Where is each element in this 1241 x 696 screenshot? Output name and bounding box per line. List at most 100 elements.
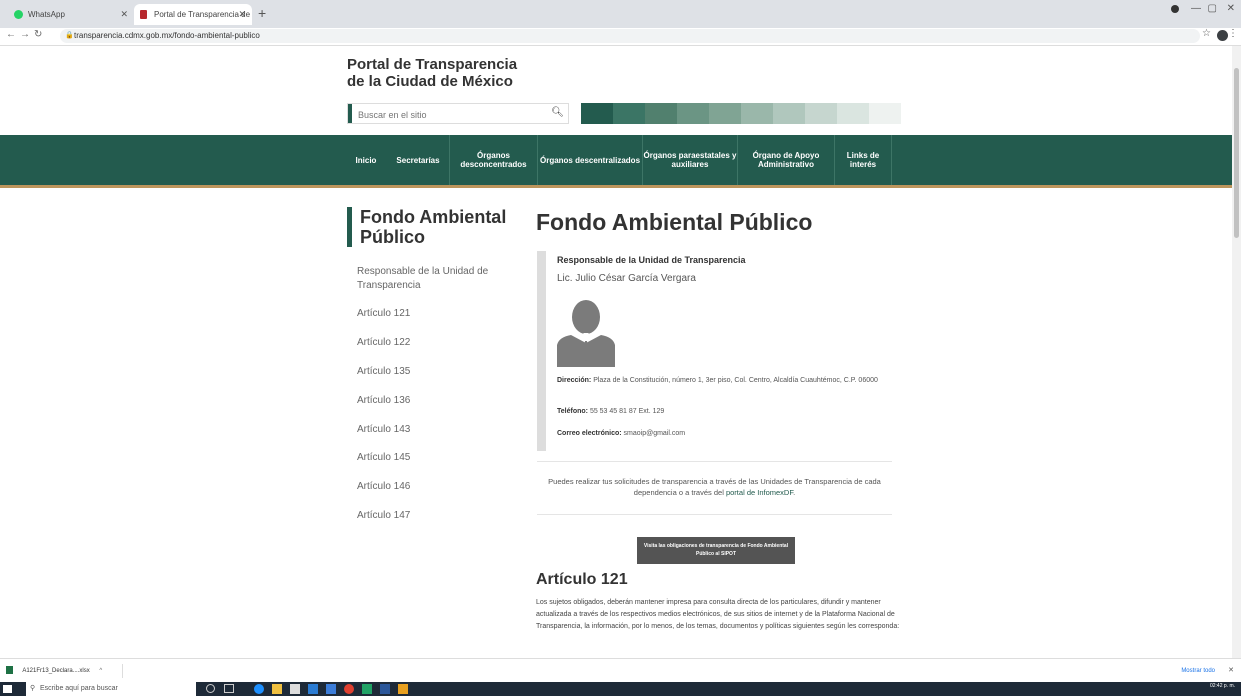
app-icon[interactable] bbox=[326, 684, 336, 694]
lock-icon: 🔒 bbox=[65, 32, 74, 39]
sidebar-link-articulo-121[interactable]: Artículo 121 bbox=[357, 307, 517, 321]
url-text: transparencia.cdmx.gob.mx/fondo-ambienta… bbox=[74, 31, 260, 40]
color-swatch bbox=[581, 103, 613, 124]
reload-icon[interactable]: ↻ bbox=[34, 29, 42, 40]
sidebar-link-articulo-135[interactable]: Artículo 135 bbox=[357, 365, 517, 379]
tab-label: WhatsApp bbox=[28, 10, 65, 19]
site-title-line2: de la Ciudad de México bbox=[347, 73, 513, 90]
page-scrollbar[interactable] bbox=[1232, 46, 1241, 658]
close-tab-icon[interactable]: ✕ bbox=[238, 4, 246, 25]
nav-organos-desconcentrados[interactable]: Órganos desconcentrados bbox=[449, 135, 537, 185]
download-item[interactable]: A121Fr13_Declara....xlsx ^ bbox=[6, 664, 123, 678]
downloads-bar: A121Fr13_Declara....xlsx ^ Mostrar todo … bbox=[0, 658, 1241, 683]
cortana-icon[interactable] bbox=[206, 684, 215, 693]
address-value: Plaza de la Constitución, número 1, 3er … bbox=[593, 377, 878, 384]
back-arrow-icon[interactable]: ← bbox=[6, 29, 16, 40]
site-title[interactable]: Portal de Transparencia de la Ciudad de … bbox=[347, 56, 587, 90]
browser-toolbar: ← → ↻ 🔒 transparencia.cdmx.gob.mx/fondo-… bbox=[0, 28, 1241, 46]
search-icon[interactable]: 🔍︎ bbox=[551, 107, 564, 118]
search-input[interactable] bbox=[356, 106, 550, 123]
new-tab-button[interactable]: + bbox=[258, 4, 266, 22]
address-bar[interactable]: 🔒 transparencia.cdmx.gob.mx/fondo-ambien… bbox=[60, 29, 1200, 43]
sidebar-link-articulo-145[interactable]: Artículo 145 bbox=[357, 451, 517, 465]
chrome-icon[interactable] bbox=[344, 684, 354, 694]
show-all-downloads-button[interactable]: Mostrar todo bbox=[1181, 664, 1215, 678]
search-accent-bar bbox=[348, 104, 352, 123]
sidebar-title: Fondo Ambiental Público bbox=[347, 207, 520, 247]
profile-avatar[interactable] bbox=[1217, 30, 1228, 41]
nav-links-de-interes[interactable]: Links de interés bbox=[834, 135, 892, 185]
close-tab-icon[interactable]: ✕ bbox=[120, 4, 128, 25]
taskbar-search[interactable]: ⚲ Escribe aquí para buscar bbox=[26, 682, 196, 696]
chevron-up-icon[interactable]: ^ bbox=[99, 668, 102, 674]
task-view-icon[interactable] bbox=[224, 684, 234, 693]
phone-line: Teléfono: 55 53 45 81 87 Ext. 129 bbox=[557, 406, 887, 417]
forward-arrow-icon[interactable]: → bbox=[20, 29, 30, 40]
browser-menu-icon[interactable]: ⋮ bbox=[1228, 28, 1238, 39]
sipot-button[interactable]: Visita las obligaciones de transparencia… bbox=[637, 537, 795, 564]
close-window-button[interactable]: ✕ bbox=[1227, 3, 1235, 14]
extension-icon[interactable] bbox=[1171, 5, 1179, 13]
color-swatch bbox=[773, 103, 805, 124]
app-icon[interactable] bbox=[398, 684, 408, 694]
site-search: 🔍︎ bbox=[347, 103, 569, 124]
nav-inicio[interactable]: Inicio bbox=[350, 135, 382, 185]
nav-organos-descentralizados[interactable]: Órganos descentralizados bbox=[537, 135, 642, 185]
color-swatch bbox=[805, 103, 837, 124]
infomex-link[interactable]: portal de InfomexDF bbox=[726, 488, 793, 497]
transparency-note: Puedes realizar tus solicitudes de trans… bbox=[537, 476, 892, 498]
article-121-text: Los sujetos obligados, deberán mantener … bbox=[536, 599, 900, 630]
file-explorer-icon[interactable] bbox=[272, 684, 282, 694]
word-icon[interactable] bbox=[380, 684, 390, 694]
tab-whatsapp[interactable]: WhatsApp ✕ bbox=[8, 4, 134, 25]
sidebar-link-responsable[interactable]: Responsable de la Unidad de Transparenci… bbox=[357, 265, 517, 293]
color-swatch bbox=[677, 103, 709, 124]
sidebar-link-articulo-147[interactable]: Artículo 147 bbox=[357, 509, 517, 523]
page-title: Fondo Ambiental Público bbox=[536, 209, 813, 235]
note-end: . bbox=[793, 488, 796, 497]
responsible-name: Lic. Julio César García Vergara bbox=[557, 273, 696, 284]
email-line: Correo electrónico: smaoip@gmail.com bbox=[557, 428, 887, 439]
mail-icon[interactable] bbox=[308, 684, 318, 694]
color-swatch bbox=[709, 103, 741, 124]
article-121-heading: Artículo 121 bbox=[536, 571, 628, 588]
nav-organo-de-apoyo[interactable]: Órgano de Apoyo Administrativo bbox=[737, 135, 834, 185]
phone-label: Teléfono: bbox=[557, 408, 588, 415]
store-icon[interactable] bbox=[290, 684, 300, 694]
minimize-button[interactable]: — bbox=[1191, 3, 1201, 14]
sidebar-link-articulo-136[interactable]: Artículo 136 bbox=[357, 394, 517, 408]
tab-portal[interactable]: Portal de Transparencia de la CD ✕ bbox=[134, 4, 252, 40]
whatsapp-icon bbox=[14, 10, 23, 19]
divider bbox=[537, 514, 892, 515]
excel-icon[interactable] bbox=[362, 684, 372, 694]
sidebar-link-articulo-122[interactable]: Artículo 122 bbox=[357, 336, 517, 350]
address-line: Dirección: Plaza de la Constitución, núm… bbox=[557, 375, 887, 386]
color-swatch bbox=[741, 103, 773, 124]
color-swatch bbox=[613, 103, 645, 124]
web-page: Portal de Transparencia de la Ciudad de … bbox=[0, 46, 1232, 658]
nav-secretarias[interactable]: Secretarías bbox=[389, 135, 447, 185]
color-swatch bbox=[869, 103, 901, 124]
close-downloads-button[interactable]: ✕ bbox=[1228, 664, 1234, 678]
site-favicon-icon bbox=[140, 10, 147, 19]
divider bbox=[537, 461, 892, 462]
email-value: smaoip@gmail.com bbox=[623, 430, 686, 437]
bookmark-star-icon[interactable]: ☆ bbox=[1202, 28, 1211, 39]
email-label: Correo electrónico: bbox=[557, 430, 622, 437]
scrollbar-thumb[interactable] bbox=[1234, 68, 1239, 238]
color-swatch bbox=[837, 103, 869, 124]
sidebar-link-articulo-146[interactable]: Artículo 146 bbox=[357, 480, 517, 494]
edge-icon[interactable] bbox=[254, 684, 264, 694]
maximize-button[interactable]: ▢ bbox=[1208, 3, 1217, 14]
sidebar-link-articulo-143[interactable]: Artículo 143 bbox=[357, 423, 517, 437]
color-swatch-strip bbox=[581, 103, 901, 124]
windows-start-icon[interactable] bbox=[3, 685, 12, 693]
nav-organos-paraestatales[interactable]: Órganos paraestatales y auxiliares bbox=[642, 135, 737, 185]
taskbar-search-text: Escribe aquí para buscar bbox=[40, 685, 118, 692]
person-silhouette-icon bbox=[557, 300, 615, 367]
download-filename: A121Fr13_Declara....xlsx bbox=[22, 668, 90, 674]
phone-value: 55 53 45 81 87 Ext. 129 bbox=[589, 408, 665, 415]
color-swatch bbox=[645, 103, 677, 124]
excel-file-icon bbox=[6, 666, 13, 675]
system-clock[interactable]: 02:42 p. m. bbox=[1210, 683, 1235, 689]
